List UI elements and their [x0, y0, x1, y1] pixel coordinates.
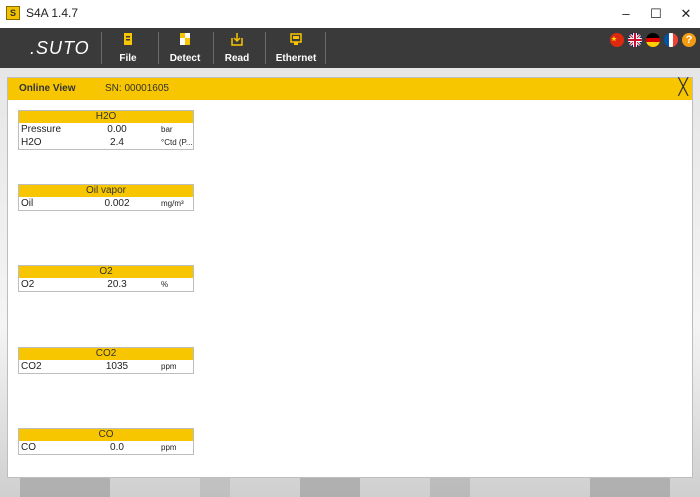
germany-flag-icon[interactable] [646, 33, 660, 47]
app-icon: S [6, 6, 20, 20]
toolbar-divider [325, 32, 326, 64]
panel-title: Online View [19, 83, 76, 94]
file-label: File [119, 53, 137, 64]
sensor-row: Pressure 0.00 bar [19, 123, 193, 136]
sensor-title: Oil vapor [19, 185, 193, 197]
measurement-unit: ppm [161, 443, 177, 452]
sensor-co2: CO2 CO2 1035 ppm [18, 347, 194, 374]
sensor-title: H2O [19, 111, 193, 123]
france-flag-icon[interactable] [664, 33, 678, 47]
sensor-row: Oil 0.002 mg/m³ [19, 197, 193, 210]
sensor-oil-vapor: Oil vapor Oil 0.002 mg/m³ [18, 184, 194, 211]
suto-logo: .SUTO [30, 38, 90, 58]
sensor-o2: O2 O2 20.3 % [18, 265, 194, 292]
sensor-title: CO2 [19, 348, 193, 360]
measurement-unit: bar [161, 125, 173, 134]
detect-button[interactable]: Detect [160, 30, 210, 66]
measurement-unit: % [161, 280, 169, 289]
measurement-value: 0.00 [107, 124, 127, 135]
sensor-h2o: H2O Pressure 0.00 bar H2O 2.4 °Ctd (P... [18, 110, 194, 150]
measurement-unit: mg/m³ [161, 199, 184, 208]
measurement-value: 0.002 [104, 198, 130, 209]
detect-label: Detect [169, 53, 201, 64]
measurement-value: 1035 [105, 361, 129, 372]
sensor-row: H2O 2.4 °Ctd (P... [19, 136, 193, 149]
panel-header: Online View SN: 00001605 ╳ [8, 78, 692, 100]
measurement-unit: °Ctd (P... [161, 138, 193, 147]
help-icon[interactable]: ? [682, 33, 696, 47]
serial-number: SN: 00001605 [105, 83, 169, 94]
measurement-value: 0.0 [110, 442, 124, 453]
background-streak [20, 478, 110, 497]
background-streak [430, 478, 470, 497]
file-icon [124, 33, 132, 45]
read-label: Read [224, 53, 250, 64]
measurement-label: CO [21, 442, 36, 453]
minimize-button[interactable]: – [612, 3, 640, 25]
title-bar: S S4A 1.4.7 – ☐ ✕ [0, 0, 700, 28]
online-view-panel: Online View SN: 00001605 ╳ H2O Pressure … [7, 77, 693, 478]
toolbar-divider [265, 32, 266, 64]
toolbar: .SUTO File Detect Read Ethernet ? [0, 28, 700, 68]
window-title: S4A 1.4.7 [26, 6, 79, 20]
measurement-label: Oil [21, 198, 34, 209]
measurement-label: Pressure [21, 124, 62, 135]
sensor-co: CO CO 0.0 ppm [18, 428, 194, 455]
maximize-button[interactable]: ☐ [642, 3, 670, 25]
background-streak [300, 478, 360, 497]
measurement-label: CO2 [21, 361, 42, 372]
ethernet-icon [290, 33, 302, 45]
sensor-row: CO2 1035 ppm [19, 360, 193, 373]
sensor-title: O2 [19, 266, 193, 278]
detect-icon [180, 33, 190, 45]
read-button[interactable]: Read [212, 30, 262, 66]
measurement-unit: ppm [161, 362, 177, 371]
measurement-value: 2.4 [110, 137, 124, 148]
panel-close-button[interactable]: ╳ [678, 79, 688, 97]
ethernet-button[interactable]: Ethernet [271, 30, 321, 66]
uk-flag-icon[interactable] [628, 33, 642, 47]
china-flag-icon[interactable] [610, 33, 624, 47]
read-icon [231, 33, 243, 46]
ethernet-label: Ethernet [275, 53, 317, 64]
sensor-title: CO [19, 429, 193, 441]
measurement-label: H2O [21, 137, 42, 148]
measurement-value: 20.3 [107, 279, 127, 290]
background-streak [200, 478, 230, 497]
sensor-row: O2 20.3 % [19, 278, 193, 291]
file-button[interactable]: File [103, 30, 153, 66]
measurement-label: O2 [21, 279, 35, 290]
background-streak [590, 478, 670, 497]
toolbar-divider [101, 32, 102, 64]
window-close-button[interactable]: ✕ [672, 3, 700, 25]
sensor-row: CO 0.0 ppm [19, 441, 193, 454]
toolbar-divider [158, 32, 159, 64]
